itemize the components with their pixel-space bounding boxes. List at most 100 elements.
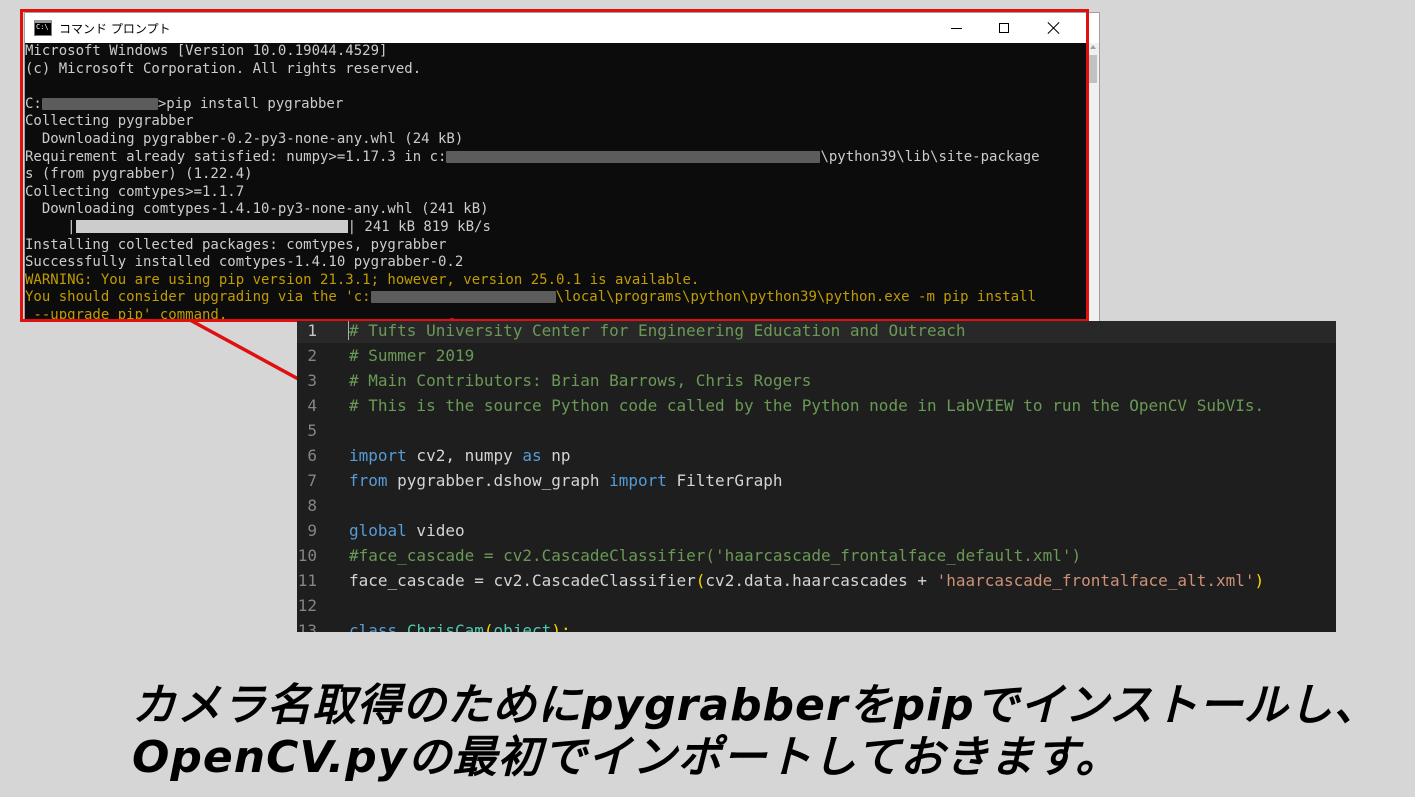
redacted-path <box>446 150 821 163</box>
code-token: 'haarcascade_frontalface_alt.xml' <box>936 571 1255 590</box>
console-text: Downloading comtypes-1.4.10-py3-none-any… <box>25 201 489 218</box>
line-number: 4 <box>307 396 317 415</box>
code-token: pygrabber.dshow_graph <box>387 471 610 490</box>
console-line: Requirement already satisfied: numpy>=1.… <box>25 149 1040 167</box>
console-line: Collecting comtypes>=1.1.7 <box>25 184 1040 202</box>
code-token: as <box>522 446 542 465</box>
console-text: Collecting pygrabber <box>25 113 194 130</box>
console-line: Downloading comtypes-1.4.10-py3-none-any… <box>25 201 1040 219</box>
download-progress-bar <box>75 220 348 234</box>
code-line[interactable]: 5 <box>297 418 1336 443</box>
console-line: Installing collected packages: comtypes,… <box>25 237 1040 255</box>
code-token: # Summer 2019 <box>349 346 475 365</box>
title-bar[interactable]: C:\ コマンド プロンプト <box>25 13 1099 43</box>
console-line: Downloading pygrabber-0.2-py3-none-any.w… <box>25 131 1040 149</box>
console-text: >pip install pygrabber <box>157 95 344 112</box>
code-line[interactable]: 1 # Tufts University Center for Engineeri… <box>297 321 1336 343</box>
console-line: | | 241 kB 819 kB/s <box>25 219 1040 237</box>
line-number: 5 <box>307 421 317 440</box>
line-number: 6 <box>307 446 317 465</box>
code-line[interactable]: 9 global video <box>297 518 1336 543</box>
code-editor[interactable]: 1 # Tufts University Center for Engineeri… <box>297 321 1336 632</box>
console-line: You should consider upgrading via the 'c… <box>25 289 1040 307</box>
code-text: class ChrisCam(object): <box>349 618 571 632</box>
code-line[interactable]: 2 # Summer 2019 <box>297 343 1336 368</box>
console-line: C: >pip install pygrabber <box>25 96 1040 114</box>
console-line: Successfully installed comtypes-1.4.10 p… <box>25 254 1040 272</box>
code-line[interactable]: 13 class ChrisCam(object): <box>297 618 1336 632</box>
console-text: Successfully installed comtypes-1.4.10 p… <box>25 254 464 271</box>
code-line[interactable]: 12 <box>297 593 1336 618</box>
caption: カメラ名取得のためにpygrabberをpipでインストールし、 OpenCV.… <box>132 680 1392 784</box>
code-text: global video <box>349 518 465 543</box>
console-text: C: <box>25 95 42 112</box>
console-scrollbar[interactable] <box>1087 43 1099 321</box>
caption-line-1: カメラ名取得のためにpygrabberをpipでインストールし、 <box>132 680 1379 731</box>
console-text: \local\programs\python\python39\python.e… <box>555 289 1037 306</box>
console-text: Requirement already satisfied: numpy>=1.… <box>25 148 447 165</box>
code-token: object <box>493 621 552 632</box>
code-token: import <box>609 471 667 490</box>
code-token: # Tufts University Center for Engineerin… <box>349 321 966 340</box>
scroll-up-arrow-icon[interactable] <box>1090 45 1096 49</box>
code-line[interactable]: 6 import cv2, numpy as np <box>297 443 1336 468</box>
maximize-button[interactable] <box>979 13 1029 43</box>
code-text: import cv2, numpy as np <box>349 443 571 468</box>
code-line[interactable]: 10 #face_cascade = cv2.CascadeClassifier(… <box>297 543 1336 568</box>
console-text: s (from pygrabber) (1.22.4) <box>25 166 253 183</box>
console-text: Installing collected packages: comtypes,… <box>25 236 447 253</box>
code-token: cv2.data.haarcascades + <box>705 571 937 590</box>
console-output[interactable]: Microsoft Windows [Version 10.0.19044.45… <box>25 43 1087 321</box>
console-text: Microsoft Windows [Version 10.0.19044.45… <box>25 43 388 59</box>
code-token: # Main Contributors: Brian Barrows, Chri… <box>349 371 812 390</box>
code-line[interactable]: 7 from pygrabber.dshow_graph import Filte… <box>297 468 1336 493</box>
console-text: --upgrade pip' command. <box>25 306 228 321</box>
console-app-icon: C:\ <box>34 20 52 36</box>
command-prompt-window: C:\ コマンド プロンプト Microsoft Windows [Versio… <box>24 12 1100 322</box>
code-token: ( <box>483 621 494 632</box>
console-text: \python39\lib\site-package <box>820 148 1040 165</box>
console-line: Collecting pygrabber <box>25 113 1040 131</box>
code-token: np <box>541 446 571 465</box>
close-button[interactable] <box>1029 13 1079 43</box>
code-line[interactable]: 3 # Main Contributors: Brian Barrows, Chr… <box>297 368 1336 393</box>
console-text: Collecting comtypes>=1.1.7 <box>25 183 245 200</box>
code-token: ) <box>1254 571 1265 590</box>
minimize-button[interactable] <box>931 13 981 43</box>
code-text: face_cascade = cv2.CascadeClassifier(cv2… <box>349 568 1264 593</box>
code-token: ): <box>551 621 571 632</box>
code-token: ( <box>695 571 706 590</box>
code-token: # This is the source Python code called … <box>349 396 1265 415</box>
line-number: 3 <box>307 371 317 390</box>
code-text: #face_cascade = cv2.CascadeClassifier('h… <box>349 543 1081 568</box>
code-token: face_cascade = cv2.CascadeClassifier <box>349 571 696 590</box>
minimize-icon <box>950 27 962 29</box>
console-line: s (from pygrabber) (1.22.4) <box>25 166 1040 184</box>
console-line: WARNING: You are using pip version 21.3.… <box>25 272 1040 290</box>
code-token: from <box>349 471 388 490</box>
code-token: video <box>406 521 465 540</box>
code-token: #face_cascade = cv2.CascadeClassifier('h… <box>349 546 1082 565</box>
code-line[interactable]: 8 <box>297 493 1336 518</box>
console-text: | 241 kB 819 kB/s <box>347 218 491 235</box>
line-number: 2 <box>307 346 317 365</box>
code-token: class <box>349 621 398 632</box>
code-text: # Summer 2019 <box>349 343 474 368</box>
code-token: ChrisCam <box>406 621 484 632</box>
code-line[interactable]: 11 face_cascade = cv2.CascadeClassifier(c… <box>297 568 1336 593</box>
code-token: cv2, numpy <box>406 446 523 465</box>
console-text: (c) Microsoft Corporation. All rights re… <box>25 60 422 77</box>
code-line[interactable]: 4 # This is the source Python code called… <box>297 393 1336 418</box>
close-icon <box>1047 21 1061 35</box>
redacted-path <box>41 97 158 110</box>
code-token: FilterGraph <box>666 471 783 490</box>
scroll-thumb[interactable] <box>1089 55 1097 83</box>
code-text: # This is the source Python code called … <box>349 393 1264 418</box>
console-text: You should consider upgrading via the 'c… <box>25 289 371 306</box>
line-number: 13 <box>297 621 317 632</box>
code-text: # Tufts University Center for Engineerin… <box>349 321 966 343</box>
window-title: コマンド プロンプト <box>59 21 171 36</box>
console-lines: Microsoft Windows [Version 10.0.19044.45… <box>25 43 1040 321</box>
line-number: 9 <box>307 521 317 540</box>
